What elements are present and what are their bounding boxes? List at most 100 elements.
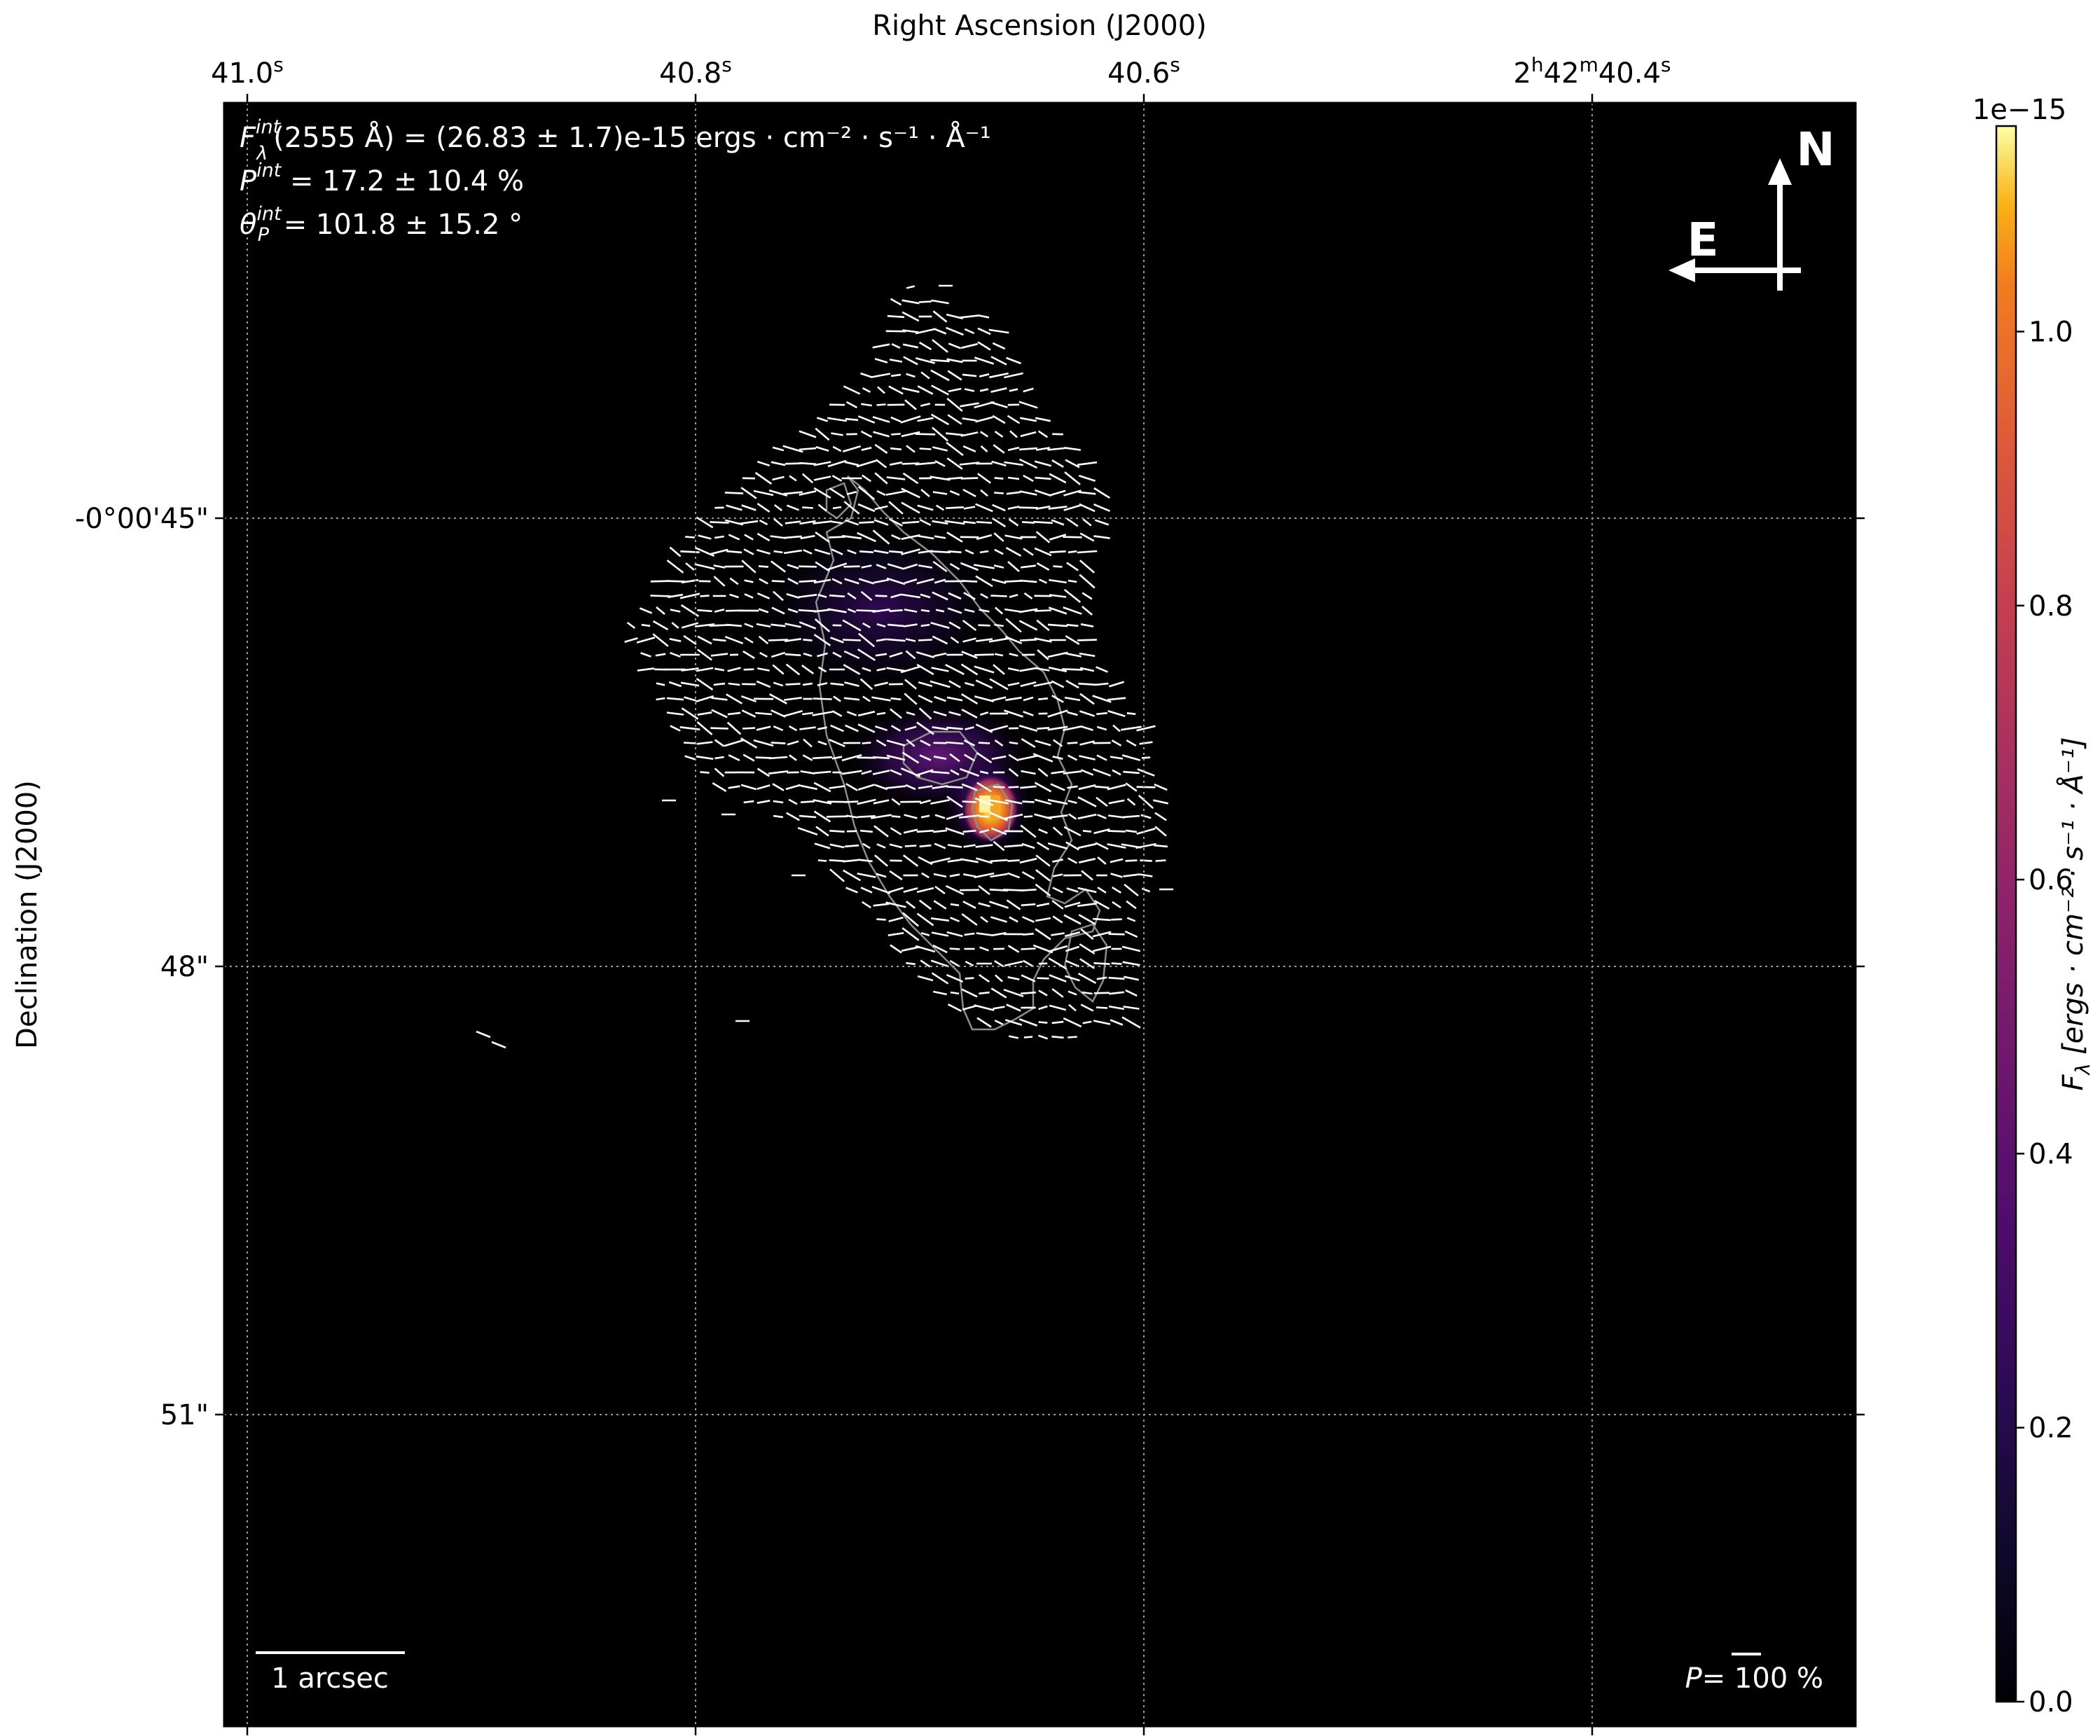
x-tick-labels: 41.0s 40.8s 40.6s 2h42m40.4s (211, 53, 1671, 90)
polarization-vector (979, 550, 989, 554)
polarization-vector (710, 727, 728, 730)
polarization-vector (875, 595, 887, 597)
polarization-vector (1018, 447, 1038, 451)
polarization-vector (1051, 1035, 1064, 1039)
polarization-vector (1068, 1036, 1077, 1039)
polarization-vector (799, 447, 817, 451)
polarization-vector (1123, 770, 1140, 775)
y-axis-title: Declination (J2000) (11, 780, 43, 1049)
polarization-vector (960, 477, 979, 480)
polarization-vector (1051, 1020, 1064, 1025)
polarization-vector (1093, 962, 1110, 965)
polarization-vector (890, 697, 902, 701)
polarization-vector (918, 300, 932, 303)
polarization-vector (1068, 550, 1077, 554)
x-tick-label: 2h42m40.4s (1513, 53, 1671, 90)
polarization-vector (803, 639, 813, 641)
polarization-vector (857, 815, 876, 818)
x-tick-label: 41.0s (211, 53, 284, 90)
polarization-vector (813, 697, 832, 700)
polarization-vector (1021, 903, 1036, 907)
polarization-vector (950, 991, 960, 995)
polarization-vector (743, 800, 754, 804)
polarization-vector (1136, 786, 1156, 789)
polarization-vector (685, 536, 695, 539)
colorbar-gradient (1995, 125, 2017, 1703)
y-tick-labels: -0°00'45" 48" 51" (75, 503, 209, 1431)
polarization-vector (1093, 917, 1111, 922)
polarization-vector (773, 814, 784, 819)
integrated-polarization-text: Pint = 17.2 ± 10.4 % (240, 160, 524, 197)
polarization-vector (1077, 639, 1097, 641)
polarization-vector (1009, 741, 1018, 745)
polarization-vector (1035, 476, 1051, 480)
polarization-vector (891, 815, 901, 818)
polarization-vector (1037, 697, 1049, 700)
polarization-vector (1126, 712, 1136, 715)
polarization-vector (1111, 918, 1122, 921)
colorbar-scale-label: 1e−15 (1973, 94, 2066, 126)
polarization-vector (876, 918, 886, 921)
polarization-vector (1123, 814, 1140, 819)
x-axis-title: Right Ascension (J2000) (872, 10, 1207, 42)
polarization-vector (771, 742, 786, 744)
polarization-vector (1063, 536, 1082, 539)
polarization-vector (771, 580, 785, 583)
polarization-vector (1008, 786, 1019, 789)
polarization-vector (724, 492, 744, 494)
polarization-vector (979, 991, 990, 995)
polarization-vector (950, 903, 960, 907)
polarization-vector (802, 682, 813, 686)
polarization-vector (890, 373, 902, 377)
polarization-vector (962, 829, 976, 833)
polarization-map-figure: 41.0s 40.8s 40.6s 2h42m40.4s -0°00'45" 4… (11, 10, 2094, 1735)
polarization-vector (946, 476, 963, 480)
x-tick-label: 40.8s (659, 53, 732, 90)
polarization-vector (978, 742, 990, 744)
polarization-vector (641, 623, 651, 627)
integrated-angle-text: θint P = 101.8 ± 15.2 ° (240, 203, 523, 246)
polarization-vector (946, 506, 964, 509)
polarization-vector (1023, 933, 1034, 936)
polarization-vector (800, 800, 815, 803)
polarization-vector (812, 756, 833, 760)
polarization-vector (1108, 933, 1125, 936)
polarization-vector (743, 668, 754, 671)
polarization-vector (916, 829, 934, 833)
polarization-vector (1020, 889, 1037, 891)
polarization-vector (829, 594, 845, 598)
polarization-vector (713, 682, 726, 686)
polarization-vector (845, 800, 859, 803)
polarization-vector (859, 829, 873, 833)
polarization-vector (891, 433, 901, 436)
polarization-vector (773, 550, 783, 554)
polarization-vector (845, 417, 859, 422)
y-tick-label: -0°00'45" (75, 503, 209, 535)
polarization-vector (990, 595, 1007, 597)
polarization-vector (887, 314, 905, 319)
colorbar-label: Fλ[ergs · cm⁻² · s⁻¹ · Å⁻¹] (2056, 737, 2094, 1090)
polarization-vector (1094, 785, 1110, 789)
polarization-vector (902, 520, 920, 525)
polarization-vector (1019, 639, 1037, 641)
polarization-vector (946, 786, 963, 789)
polarization-vector (758, 565, 769, 568)
polarization-vector (785, 683, 801, 686)
polarization-vector (890, 447, 902, 451)
colorbar-tick-label: 0.4 (2029, 1138, 2073, 1170)
scale-bar-label: 1 arcsec (271, 1662, 389, 1695)
polarization-vector (650, 595, 671, 597)
polarization-vector (1078, 682, 1096, 686)
polarization-vector (930, 359, 950, 363)
polarization-vector (904, 845, 917, 847)
colorbar-tick-label: 0.0 (2029, 1686, 2073, 1718)
colorbar: 1e−15 0.00.20.40.60.81.0 Fλ[ergs · cm⁻² … (1973, 94, 2094, 1718)
compass-east-label: E (1687, 213, 1718, 267)
polarization-vector (832, 506, 842, 510)
polarization-vector (872, 756, 890, 760)
polarization-vector (1066, 623, 1079, 627)
polarization-vector (712, 638, 726, 642)
polarization-vector (1049, 550, 1066, 553)
polarization-vector (862, 742, 871, 744)
polarization-vector (915, 433, 936, 436)
